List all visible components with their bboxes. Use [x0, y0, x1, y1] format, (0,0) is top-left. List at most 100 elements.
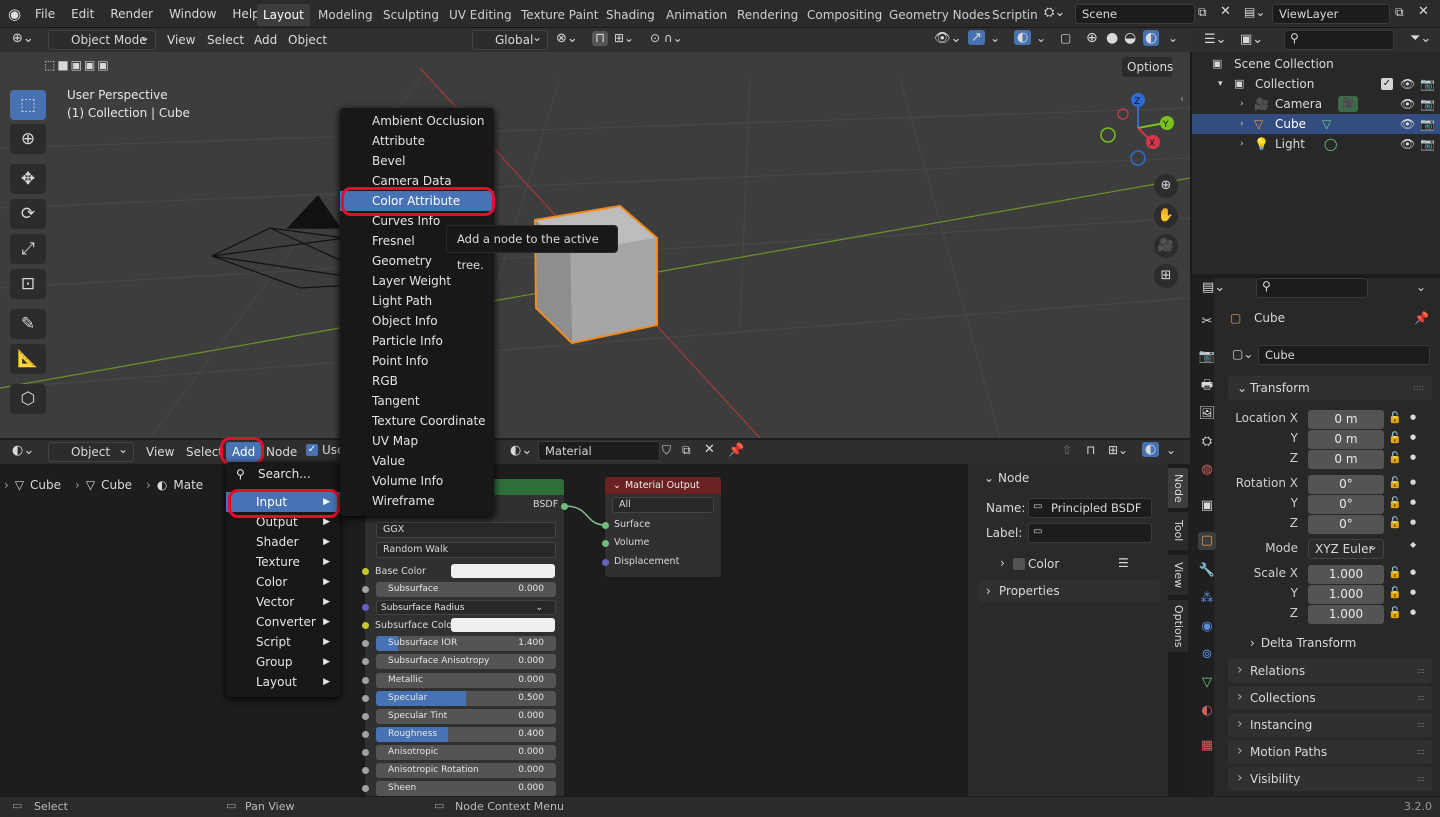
- bsdf-input-socket[interactable]: [362, 658, 369, 665]
- menu-window[interactable]: Window: [161, 0, 224, 28]
- ortho-grid-icon[interactable]: ⊞: [1154, 264, 1178, 288]
- object-data-browse-icon[interactable]: ▢⌄: [1232, 347, 1253, 361]
- panel-visibility[interactable]: Visibility: [1228, 766, 1432, 791]
- keyframe-dot-icon[interactable]: ●: [1410, 433, 1416, 441]
- rot-field-x[interactable]: 0°: [1308, 475, 1384, 494]
- keyframe-dot-icon[interactable]: ●: [1410, 518, 1416, 526]
- xray-icon[interactable]: ▢: [1060, 31, 1071, 45]
- outliner-light[interactable]: › 💡 Light ◯ 👁 📷: [1192, 134, 1440, 154]
- scene-copy-icon[interactable]: ⧉: [1198, 5, 1207, 20]
- input-menu-volume-info[interactable]: Volume Info: [340, 471, 494, 491]
- bsdf-input-socket[interactable]: [362, 640, 369, 647]
- volume-socket[interactable]: [602, 540, 609, 547]
- tab-compositing[interactable]: Compositing: [801, 4, 888, 26]
- scale-field-y[interactable]: 1.000: [1308, 585, 1384, 604]
- gizmo-menu-icon[interactable]: ⌄: [990, 31, 1000, 45]
- color-checkbox[interactable]: [1013, 558, 1025, 570]
- transform-panel-header[interactable]: ⌄ Transform::::: [1228, 376, 1432, 400]
- bsdf-input-socket[interactable]: [362, 731, 369, 738]
- node-name-field[interactable]: Principled BSDF: [1028, 498, 1152, 518]
- panel-motion-paths[interactable]: Motion Paths: [1228, 739, 1432, 764]
- keyframe-dot-icon[interactable]: ●: [1410, 478, 1416, 486]
- lock-icon[interactable]: 🔓: [1388, 516, 1402, 529]
- rot-field-z[interactable]: 0°: [1308, 515, 1384, 534]
- node-menu-node[interactable]: Node: [260, 442, 303, 462]
- tab-animation[interactable]: Animation: [660, 4, 733, 26]
- bsdf-input-socket[interactable]: [362, 622, 369, 629]
- add-menu-vector[interactable]: Vector ▶: [226, 592, 340, 612]
- rotation-mode-dropdown[interactable]: XYZ Euler: [1308, 537, 1384, 559]
- bsdf-slider-specular-tint[interactable]: Specular Tint 0.000: [376, 709, 556, 724]
- bsdf-input-socket[interactable]: [362, 568, 369, 575]
- bsdf-input-socket[interactable]: [362, 767, 369, 774]
- output-tab-icon[interactable]: 🖶: [1198, 377, 1216, 395]
- snap-icon[interactable]: ⊓: [592, 31, 609, 46]
- bsdf-slider-metallic[interactable]: Metallic 0.000: [376, 673, 556, 688]
- properties-search-input[interactable]: [1256, 278, 1368, 298]
- tab-geometry-nodes[interactable]: Geometry Nodes: [883, 4, 996, 26]
- move-tool-icon[interactable]: ✥: [10, 164, 46, 194]
- tab-scripting[interactable]: Scripting: [986, 4, 1038, 26]
- material-close-icon[interactable]: ✕: [704, 442, 715, 457]
- annotate-tool-icon[interactable]: ✎: [10, 309, 46, 339]
- delta-transform-subpanel[interactable]: › Delta Transform: [1250, 636, 1356, 650]
- node-menu-view[interactable]: View: [140, 442, 180, 462]
- pan-hand-icon[interactable]: ✋: [1154, 204, 1178, 228]
- outliner-display-icon[interactable]: ▣⌄: [1240, 32, 1263, 47]
- transform-tool-icon[interactable]: ⊡: [10, 269, 46, 299]
- panel-instancing[interactable]: Instancing: [1228, 712, 1432, 737]
- pivot-icon[interactable]: ⊗⌄: [556, 31, 578, 46]
- keyframe-dot-icon[interactable]: ●: [1410, 413, 1416, 421]
- panel-collections[interactable]: Collections: [1228, 685, 1432, 710]
- rotation-mode-keyframe-icon[interactable]: ◆: [1410, 540, 1416, 549]
- tab-uv-editing[interactable]: UV Editing: [443, 4, 518, 26]
- bsdf-slider-specular[interactable]: Specular 0.500: [376, 691, 556, 706]
- overlay-menu-icon[interactable]: ⌄: [1036, 31, 1046, 45]
- tool-tab-icon[interactable]: ✂: [1198, 313, 1216, 331]
- lock-icon[interactable]: 🔓: [1388, 586, 1402, 599]
- bsdf-input-socket[interactable]: [362, 677, 369, 684]
- bsdf-slider-sheen[interactable]: Sheen 0.000: [376, 781, 556, 796]
- bsdf-input-socket[interactable]: [362, 586, 369, 593]
- material-copy-icon[interactable]: ⧉: [682, 443, 691, 458]
- properties-panel-header[interactable]: › Properties: [978, 580, 1160, 602]
- add-menu-color[interactable]: Color ▶: [226, 572, 340, 592]
- bsdf-slider-roughness[interactable]: Roughness 0.400: [376, 727, 556, 742]
- loc-field-z[interactable]: 0 m: [1308, 450, 1384, 469]
- input-menu-object-info[interactable]: Object Info: [340, 311, 494, 331]
- outliner-camera[interactable]: › 🎥 Camera 🎥 👁 📷: [1192, 94, 1440, 114]
- add-menu-search[interactable]: ⚲ Search...: [226, 464, 340, 484]
- bsdf-slider-anisotropic[interactable]: Anisotropic 0.000: [376, 745, 556, 760]
- bsdf-input-socket[interactable]: [362, 604, 369, 611]
- gizmo-toggle-icon[interactable]: ↗: [968, 30, 985, 45]
- lock-icon[interactable]: 🔓: [1388, 496, 1402, 509]
- tab-node[interactable]: Node: [1168, 468, 1188, 508]
- color-expand-icon[interactable]: ›: [1000, 556, 1005, 570]
- menu-render[interactable]: Render: [102, 0, 161, 28]
- tab-rendering[interactable]: Rendering: [731, 4, 804, 26]
- menu-edit[interactable]: Edit: [63, 0, 102, 28]
- input-menu-texture-coordinate[interactable]: Texture Coordinate: [340, 411, 494, 431]
- tab-view[interactable]: View: [1168, 555, 1188, 595]
- zoom-icon[interactable]: ⊕: [1154, 174, 1178, 198]
- select-box-tool-icon[interactable]: ⬚: [10, 90, 46, 120]
- editor-type-icon[interactable]: ⊕⌄: [12, 31, 34, 46]
- viewlayer-field[interactable]: ViewLayer: [1272, 4, 1390, 24]
- node-editor-type-icon[interactable]: ◐⌄: [12, 443, 34, 458]
- node-label-field[interactable]: [1028, 523, 1152, 543]
- add-menu-texture[interactable]: Texture ▶: [226, 552, 340, 572]
- outliner-collection[interactable]: ▾ ▣ Collection ✓ 👁 📷: [1192, 74, 1440, 94]
- lock-icon[interactable]: 🔓: [1388, 606, 1402, 619]
- rotate-tool-icon[interactable]: ⟳: [10, 199, 46, 229]
- input-menu-value[interactable]: Value: [340, 451, 494, 471]
- keyframe-dot-icon[interactable]: ●: [1410, 588, 1416, 596]
- rot-field-y[interactable]: 0°: [1308, 495, 1384, 514]
- viewlayer-icon[interactable]: ▤⌄: [1244, 5, 1265, 19]
- scene-close-icon[interactable]: ✕: [1220, 4, 1231, 19]
- input-menu-attribute[interactable]: Attribute: [340, 131, 494, 151]
- menu-file[interactable]: File: [27, 0, 63, 28]
- bsdf-input-socket[interactable]: [362, 749, 369, 756]
- shading-menu-icon[interactable]: ⌄: [1168, 31, 1178, 45]
- keyframe-dot-icon[interactable]: ●: [1410, 568, 1416, 576]
- node-object-dropdown[interactable]: Object: [48, 440, 134, 462]
